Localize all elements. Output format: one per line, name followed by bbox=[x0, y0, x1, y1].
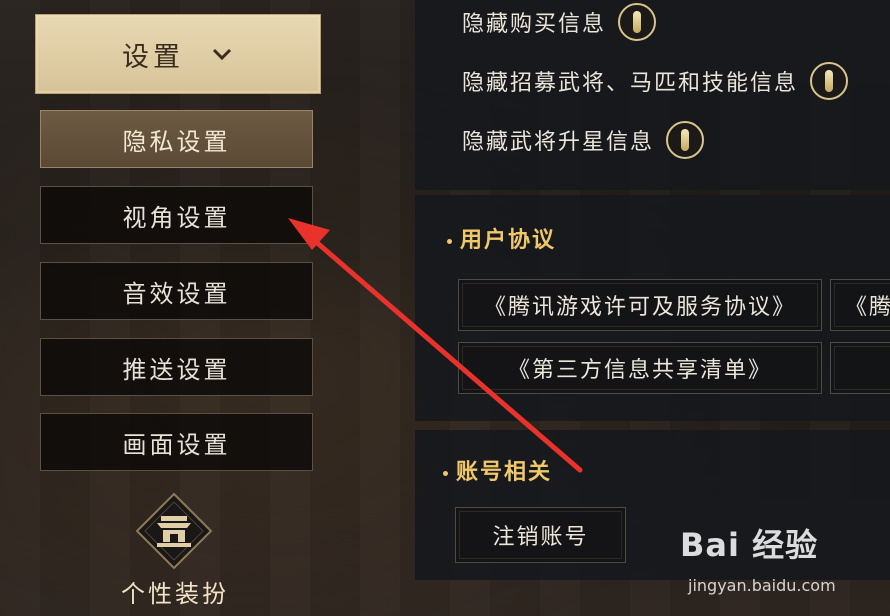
privacy-row: 隐藏武将升星信息 bbox=[462, 121, 705, 159]
sidebar-item-view[interactable]: 视角设置 bbox=[40, 186, 313, 244]
watermark-brand: Bai 经验 bbox=[680, 526, 819, 564]
link-tencent-license[interactable]: 《腾讯游戏许可及服务协议》 bbox=[458, 279, 822, 331]
baidu-watermark: Bai 经验 jingyan.baidu.com bbox=[680, 520, 880, 610]
sidebar-item-privacy[interactable]: 隐私设置 bbox=[40, 110, 313, 168]
link-third-party-list[interactable]: 《第三方信息共享清单》 bbox=[458, 342, 822, 394]
costume-label[interactable]: 个性装扮 bbox=[100, 574, 250, 609]
account-section-title: 账号相关 bbox=[443, 454, 552, 486]
agreement-title-text: 用户协议 bbox=[460, 228, 557, 253]
info-icon[interactable] bbox=[666, 121, 705, 159]
privacy-row: 隐藏招募武将、马匹和技能信息 bbox=[462, 62, 849, 100]
sidebar-item-graphics[interactable]: 画面设置 bbox=[40, 413, 313, 471]
privacy-row: 隐藏购买信息 bbox=[462, 3, 657, 41]
account-title-text: 账号相关 bbox=[456, 460, 553, 485]
settings-dropdown[interactable]: 设置 bbox=[35, 14, 321, 94]
bullet-dot bbox=[443, 470, 448, 476]
link-cut-off-2[interactable] bbox=[830, 342, 890, 394]
link-cut-off[interactable]: 《腾 bbox=[830, 279, 890, 331]
agreement-section-title: 用户协议 bbox=[447, 222, 556, 254]
info-icon[interactable] bbox=[810, 62, 849, 100]
watermark-url: jingyan.baidu.com bbox=[688, 576, 836, 595]
privacy-row-label: 隐藏招募武将、马匹和技能信息 bbox=[462, 71, 799, 96]
bullet-dot bbox=[447, 238, 452, 244]
costume-icon[interactable] bbox=[135, 492, 213, 570]
cancel-account-button[interactable]: 注销账号 bbox=[455, 507, 626, 563]
info-icon[interactable] bbox=[618, 3, 657, 41]
sidebar-item-push[interactable]: 推送设置 bbox=[40, 338, 313, 396]
sidebar-item-sound[interactable]: 音效设置 bbox=[40, 262, 313, 320]
privacy-row-label: 隐藏武将升星信息 bbox=[462, 130, 655, 155]
chevron-down-icon bbox=[212, 48, 232, 61]
privacy-row-label: 隐藏购买信息 bbox=[462, 12, 607, 37]
settings-header-label: 设置 bbox=[122, 41, 184, 73]
